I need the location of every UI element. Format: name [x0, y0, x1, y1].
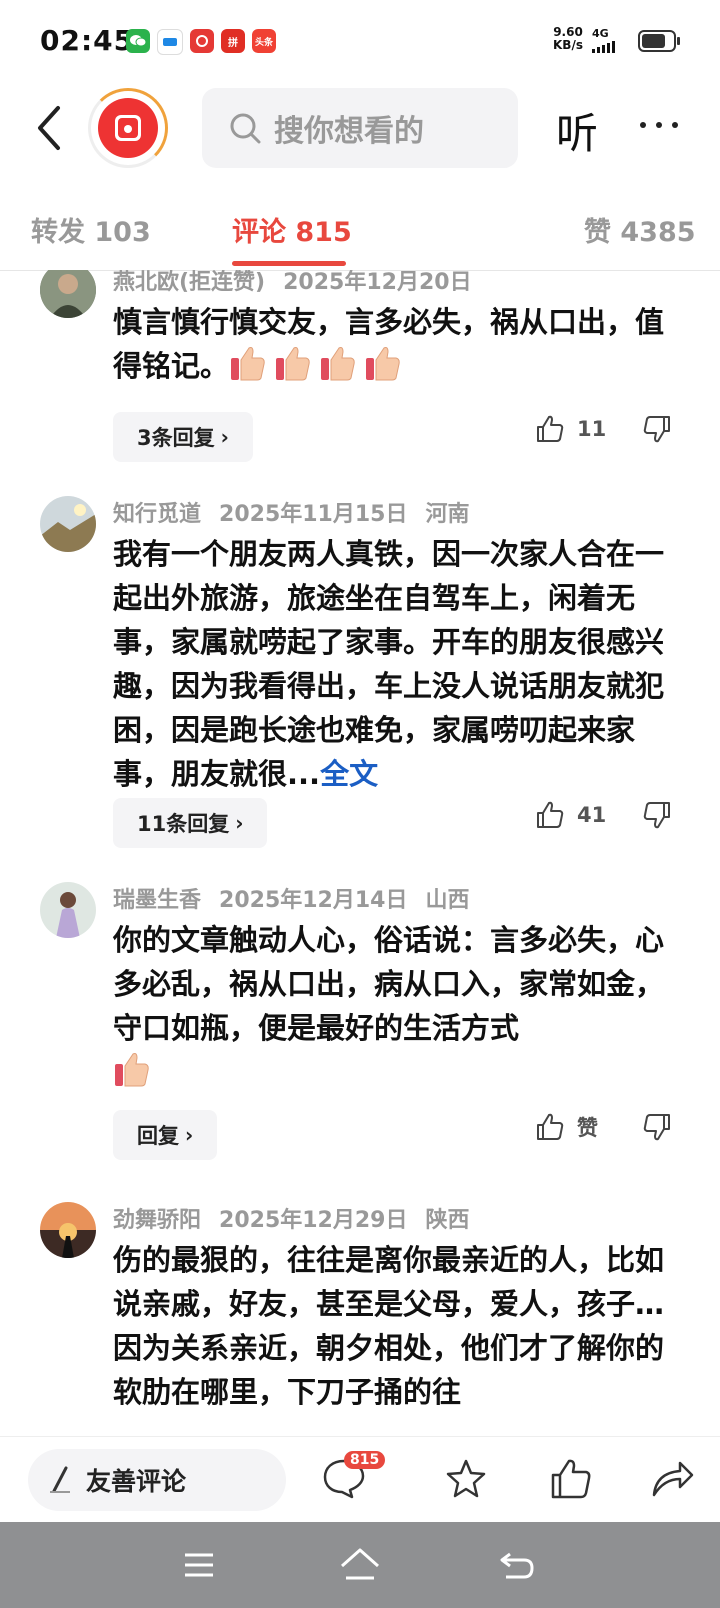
like-button[interactable]: 11 — [535, 414, 606, 444]
comment-header: 知行觅道 2025年11月15日 河南 — [113, 496, 488, 528]
tab-likes[interactable]: 赞 4385 — [584, 210, 696, 249]
comment-username[interactable]: 燕北欧(拒连赞) — [113, 270, 265, 295]
chevron-right-icon: › — [185, 1123, 194, 1147]
comment-username[interactable]: 知行觅道 — [113, 502, 201, 527]
toutiao-icon — [190, 29, 214, 53]
comment-header: 劲舞骄阳 2025年12月29日 陕西 — [113, 1202, 488, 1234]
comment-header: 燕北欧(拒连赞) 2025年12月20日 — [113, 270, 490, 296]
view-replies-button[interactable]: 11条回复 › — [113, 798, 268, 848]
favorite-button[interactable] — [444, 1457, 488, 1505]
comment-date: 2025年12月29日 — [219, 1208, 408, 1233]
status-bar: 02:45 拼 头条 9.60 KB/s 4G — [0, 0, 720, 80]
comment-list[interactable]: 燕北欧(拒连赞) 2025年12月20日 慎言慎行慎交友，言多必失，祸从口出，值得… — [0, 270, 720, 1436]
toutiao-news-icon: 头条 — [252, 29, 276, 53]
star-icon — [446, 1459, 486, 1498]
red-packet-icon — [115, 115, 141, 141]
status-time: 02:45 — [40, 24, 135, 57]
thumbs-up-icon — [551, 1459, 591, 1499]
home-button[interactable] — [338, 1546, 382, 1586]
dislike-button[interactable] — [642, 800, 672, 834]
chevron-right-icon: › — [220, 425, 229, 449]
comment-text[interactable]: 你的文章触动人心，俗话说：言多必失，心多必乱，祸从口出，病从口入，家常如金，守口… — [113, 918, 688, 1094]
chevron-right-icon: › — [235, 811, 244, 835]
comment-text[interactable]: 伤的最狠的，往往是离你最亲近的人，比如说亲戚，好友，甚至是父母，爱人，孩子…因为… — [113, 1238, 688, 1414]
thumbs-down-icon — [643, 416, 670, 443]
comment-date: 2025年12月14日 — [219, 888, 408, 913]
menu-icon — [185, 1553, 213, 1577]
back-button[interactable] — [30, 104, 70, 152]
dislike-button[interactable] — [642, 1112, 672, 1146]
comment-date: 2025年11月15日 — [219, 502, 408, 527]
tab-bar: 转发 103 评论 815 赞 4385 — [0, 196, 720, 271]
home-icon — [341, 1548, 379, 1580]
thumbs-up-icon — [537, 801, 564, 828]
notification-icons: 拼 头条 — [126, 29, 276, 55]
comment-location: 山西 — [425, 888, 470, 913]
thumbs-up-emoji-icon — [113, 1053, 158, 1089]
pencil-icon — [50, 1466, 70, 1493]
thumbs-up-emoji-icon — [229, 347, 409, 383]
listen-button[interactable]: 听 — [556, 100, 598, 161]
like-count: 赞 — [577, 1116, 598, 1140]
comment-header: 瑞墨生香 2025年12月14日 山西 — [113, 882, 488, 914]
comment-text[interactable]: 我有一个朋友两人真铁，因一次家人合在一起出外旅游，旅途坐在自驾车上，闲着无事，家… — [113, 532, 688, 796]
dislike-button[interactable] — [642, 414, 672, 448]
back-arrow-icon — [38, 106, 60, 150]
comment-username[interactable]: 瑞墨生香 — [113, 888, 201, 913]
comment-count-badge: 815 — [344, 1451, 386, 1469]
view-replies-button[interactable]: 3条回复 › — [113, 412, 253, 462]
back-nav-icon — [500, 1552, 534, 1579]
bottom-action-bar: 友善评论 815 — [0, 1436, 720, 1523]
tab-active-indicator — [232, 261, 346, 266]
compose-comment-input[interactable]: 友善评论 — [28, 1449, 286, 1511]
thumbs-down-icon — [643, 802, 670, 829]
battery-icon — [638, 30, 680, 52]
pinduoduo-icon: 拼 — [221, 29, 245, 53]
like-count: 41 — [577, 803, 607, 827]
comment-date: 2025年12月20日 — [283, 270, 472, 295]
alipay-icon — [157, 29, 183, 55]
like-count: 11 — [577, 417, 607, 441]
tab-comments[interactable]: 评论 815 — [232, 210, 352, 249]
comment-text[interactable]: 慎言慎行慎交友，言多必失，祸从口出，值得铭记。 — [113, 300, 688, 388]
search-bar[interactable]: 搜你想看的 — [202, 88, 518, 168]
tab-reposts[interactable]: 转发 103 — [31, 210, 151, 249]
user-avatar[interactable] — [40, 270, 96, 318]
comment-location: 陕西 — [425, 1208, 470, 1233]
share-arrow-icon — [652, 1461, 694, 1497]
share-button[interactable] — [650, 1457, 694, 1505]
wechat-icon — [126, 29, 150, 53]
user-avatar[interactable] — [40, 496, 96, 552]
user-avatar[interactable] — [40, 1202, 96, 1258]
like-button[interactable]: 赞 — [535, 1112, 598, 1142]
user-avatar[interactable] — [40, 882, 96, 938]
reply-button[interactable]: 回复 › — [113, 1110, 218, 1160]
menu-button[interactable] — [182, 1550, 216, 1584]
top-bar: 搜你想看的 听 — [0, 84, 720, 174]
search-placeholder: 搜你想看的 — [274, 114, 424, 149]
read-full-text-link[interactable]: 全文 — [320, 757, 378, 791]
author-avatar[interactable] — [88, 88, 168, 168]
signal-icon — [592, 41, 615, 53]
system-navigation-bar — [0, 1522, 720, 1608]
search-icon — [230, 113, 261, 144]
network-speed: 9.60 KB/s — [553, 25, 583, 52]
more-menu-button[interactable] — [640, 122, 678, 128]
thumbs-down-icon — [643, 1114, 670, 1141]
comment-location: 河南 — [425, 502, 470, 527]
like-button[interactable]: 41 — [535, 800, 606, 830]
like-article-button[interactable] — [549, 1457, 593, 1505]
back-nav-button[interactable] — [498, 1548, 536, 1586]
network-type: 4G — [592, 27, 609, 40]
comment-username[interactable]: 劲舞骄阳 — [113, 1208, 201, 1233]
thumbs-up-icon — [537, 415, 564, 442]
thumbs-up-icon — [537, 1113, 564, 1140]
